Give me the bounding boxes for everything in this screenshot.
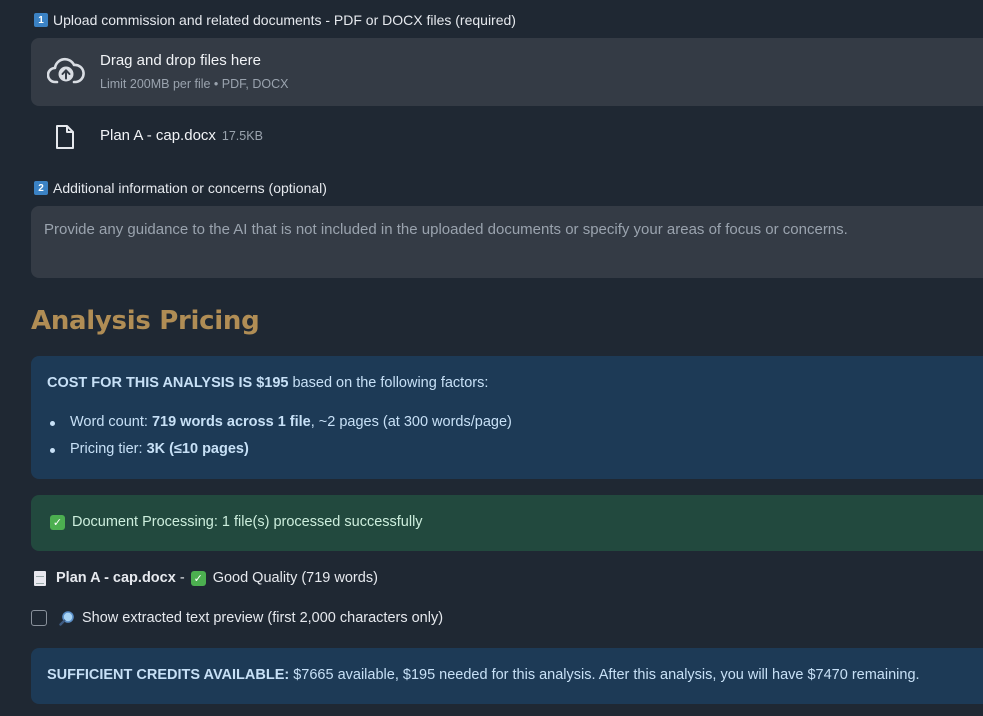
cost-rest: based on the following factors: xyxy=(288,375,489,391)
cost-amount: COST FOR THIS ANALYSIS IS $195 xyxy=(47,375,289,391)
quality-status: Good Quality (719 words) xyxy=(212,570,378,586)
processing-message-row: ✓ Document Processing: 1 file(s) process… xyxy=(50,514,423,530)
upload-label-row: 1 Upload commission and related document… xyxy=(34,12,516,28)
factor-rest: , ~2 pages (at 300 words/page) xyxy=(310,414,512,430)
factor-prefix: Word count: xyxy=(70,414,152,430)
check-mark-icon: ✓ xyxy=(190,570,206,586)
quality-file-name: Plan A - cap.docx xyxy=(56,570,176,586)
document-icon xyxy=(34,570,46,586)
additional-info-textarea[interactable] xyxy=(31,206,983,278)
dropzone-title: Drag and drop files here xyxy=(100,52,261,69)
file-icon xyxy=(56,125,74,149)
pricing-factors: Word count: 719 words across 1 file, ~2 … xyxy=(47,414,512,468)
uploaded-file-size: 17.5KB xyxy=(221,129,263,143)
dropzone-subtitle: Limit 200MB per file • PDF, DOCX xyxy=(100,77,289,91)
cloud-upload-icon xyxy=(47,57,85,84)
additional-label: Additional information or concerns (opti… xyxy=(53,180,327,196)
file-quality-row: Plan A - cap.docx - ✓ Good Quality (719 … xyxy=(34,570,378,586)
pricing-heading: Analysis Pricing xyxy=(31,306,260,336)
factor-value: 3K (≤10 pages) xyxy=(146,441,249,457)
list-item: Pricing tier: 3K (≤10 pages) xyxy=(47,441,512,468)
keycap-one-icon: 1 xyxy=(34,13,48,27)
magnifier-icon xyxy=(59,611,74,626)
uploaded-file-name: Plan A - cap.docx xyxy=(100,127,216,144)
preview-checkbox[interactable] xyxy=(31,610,47,626)
processing-success-box: ✓ Document Processing: 1 file(s) process… xyxy=(31,495,983,551)
factor-value: 719 words across 1 file xyxy=(151,414,311,430)
uploaded-file-row: Plan A - cap.docx 17.5KB xyxy=(31,120,531,152)
keycap-two-icon: 2 xyxy=(34,181,48,195)
credits-status: SUFFICIENT CREDITS AVAILABLE: xyxy=(47,667,290,683)
check-mark-icon: ✓ xyxy=(50,514,65,530)
file-dropzone[interactable]: Drag and drop files here Limit 200MB per… xyxy=(31,38,983,106)
cost-summary: COST FOR THIS ANALYSIS IS $195 based on … xyxy=(47,375,488,391)
quality-separator: - xyxy=(175,570,189,586)
credits-detail: $7665 available, $195 needed for this an… xyxy=(289,667,920,683)
preview-label: Show extracted text preview (first 2,000… xyxy=(82,610,444,626)
factor-prefix: Pricing tier: xyxy=(70,441,147,457)
upload-label: Upload commission and related documents … xyxy=(53,12,516,28)
preview-toggle-row[interactable]: Show extracted text preview (first 2,000… xyxy=(31,610,443,626)
list-item: Word count: 719 words across 1 file, ~2 … xyxy=(47,414,512,441)
processing-message: Document Processing: 1 file(s) processed… xyxy=(72,514,423,530)
uploaded-file-name-row: Plan A - cap.docx 17.5KB xyxy=(100,127,263,144)
additional-label-row: 2 Additional information or concerns (op… xyxy=(34,180,327,196)
pricing-info-box: COST FOR THIS ANALYSIS IS $195 based on … xyxy=(31,356,983,479)
credits-message: SUFFICIENT CREDITS AVAILABLE: $7665 avai… xyxy=(47,667,920,683)
credits-info-box: SUFFICIENT CREDITS AVAILABLE: $7665 avai… xyxy=(31,648,983,704)
